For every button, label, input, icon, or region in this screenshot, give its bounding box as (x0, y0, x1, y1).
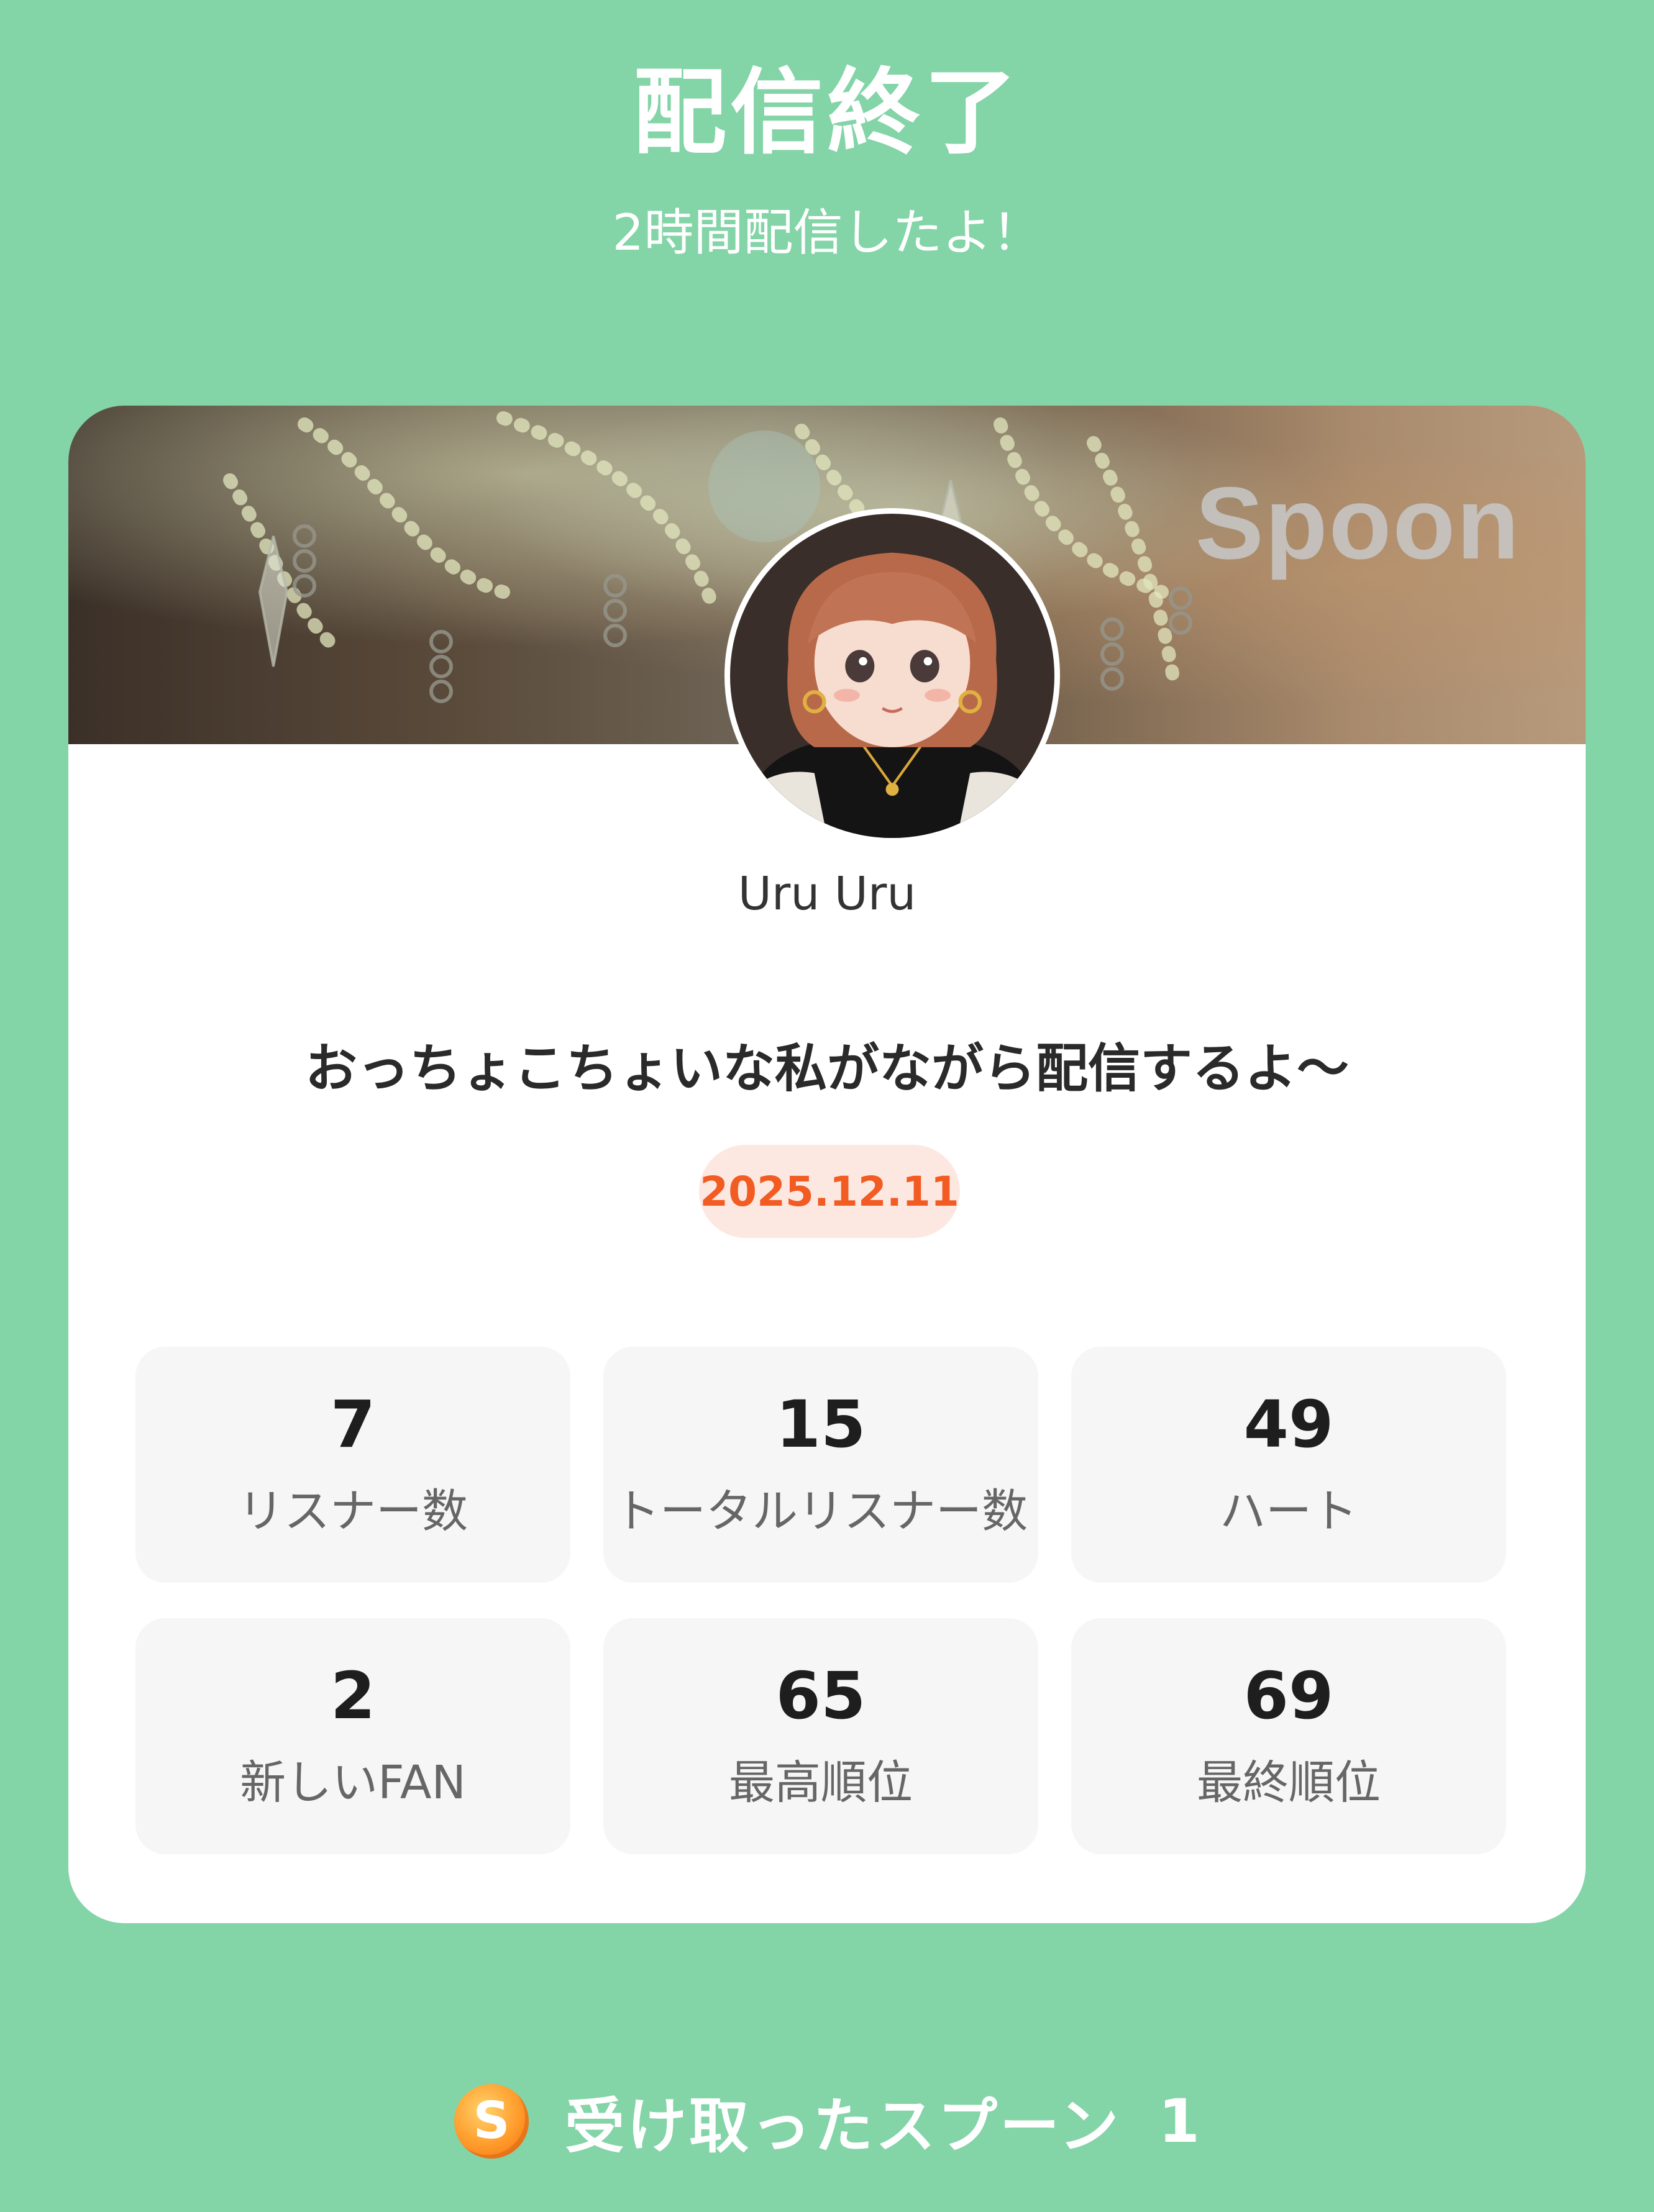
stat-label: 最終順位 (1197, 1755, 1381, 1809)
spoons-received: S 受け取ったスプーン 1 (0, 2078, 1654, 2164)
stats-grid: 7 リスナー数 15 トータルリスナー数 49 ハート 2 新しいFAN 65 … (135, 1347, 1519, 1854)
stat-label: トータルリスナー数 (614, 1484, 1028, 1538)
stream-title: おっちょこちょいな私がながら配信するよ〜 (304, 1038, 1349, 1099)
stat-value: 15 (775, 1386, 866, 1463)
username: Uru Uru (738, 867, 916, 921)
stat-value: 2 (330, 1658, 376, 1734)
spoons-label: 受け取ったスプーン (565, 2091, 1122, 2161)
stat-hearts: 49 ハート (1071, 1347, 1506, 1583)
page-title: 配信終了 (633, 59, 1021, 167)
stat-listeners: 7 リスナー数 (135, 1347, 570, 1583)
broadcast-summary-card: Spoon Uru Uru おっちょこちょいな私がながら配信するよ〜 2025.… (68, 406, 1586, 1923)
broadcast-duration: 2時間配信したよ！ (612, 204, 1042, 262)
date-badge: 2025.12.11 (699, 1145, 960, 1238)
spoons-count: 1 (1158, 2086, 1200, 2156)
brand-watermark: Spoon (1195, 466, 1520, 580)
stat-final-rank: 69 最終順位 (1071, 1618, 1506, 1854)
stat-new-fans: 2 新しいFAN (135, 1618, 570, 1854)
stat-value: 7 (330, 1386, 376, 1463)
spoon-coin-icon: S (454, 2083, 529, 2159)
stat-label: 新しいFAN (240, 1755, 466, 1809)
stat-label: 最高順位 (729, 1755, 913, 1809)
stat-value: 65 (775, 1658, 866, 1734)
stat-label: リスナー数 (238, 1484, 468, 1538)
stat-highest-rank: 65 最高順位 (603, 1618, 1038, 1854)
stat-value: 49 (1243, 1386, 1334, 1463)
avatar[interactable] (724, 508, 1060, 844)
stat-total-listeners: 15 トータルリスナー数 (603, 1347, 1038, 1583)
avatar-illustration (730, 514, 1054, 838)
stat-label: ハート (1220, 1484, 1358, 1538)
broadcast-end-screen: 配信終了 2時間配信したよ！ Spoon Uru Uru おっちょこちょいな私が… (0, 0, 1654, 2212)
stat-value: 69 (1243, 1658, 1334, 1734)
